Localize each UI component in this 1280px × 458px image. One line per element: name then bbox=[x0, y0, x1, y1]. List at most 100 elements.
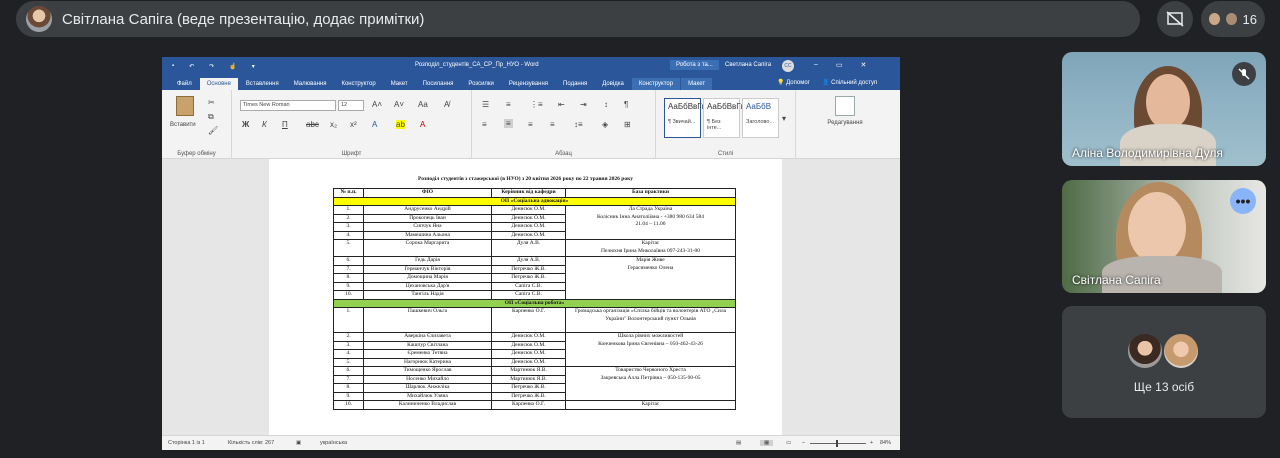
tab-view[interactable]: Подання bbox=[556, 78, 594, 90]
supervisor: Сапіга С.В. bbox=[491, 281, 566, 291]
redo-icon[interactable]: ↷ bbox=[209, 63, 214, 70]
paste-icon[interactable] bbox=[176, 96, 194, 116]
justify-icon[interactable]: ≡ bbox=[550, 120, 555, 129]
web-layout-icon[interactable]: ▭ bbox=[786, 440, 791, 446]
tab-home[interactable]: Основне bbox=[199, 78, 238, 90]
shading-icon[interactable]: ◈ bbox=[602, 120, 608, 129]
close-icon[interactable]: ✕ bbox=[861, 61, 867, 69]
italic-icon[interactable]: К bbox=[262, 120, 267, 129]
more-participants-tile[interactable]: Ще 13 осіб bbox=[1062, 306, 1266, 418]
change-case-icon[interactable]: Aa bbox=[418, 100, 428, 109]
tab-references[interactable]: Посилання bbox=[416, 78, 461, 90]
zoom-slider-knob[interactable] bbox=[836, 440, 838, 447]
tab-table-layout[interactable]: Макет bbox=[681, 78, 713, 90]
tab-insert[interactable]: Вставлення bbox=[239, 78, 286, 90]
style-heading[interactable]: АаБбВ Заголово... bbox=[742, 98, 779, 138]
line-spacing-icon[interactable]: ↕≡ bbox=[574, 120, 583, 129]
zoom-in-icon[interactable]: + bbox=[870, 440, 873, 446]
stop-presentation-button[interactable] bbox=[1157, 1, 1193, 37]
font-size-box[interactable]: 12 bbox=[338, 100, 364, 111]
shared-word-window: ▪ ↶ ↷ ☝ ▾ Розподіл_студентів_СА_СР_Пр_НУ… bbox=[162, 57, 900, 450]
highlight-icon[interactable]: ab bbox=[396, 120, 405, 129]
multilevel-list-icon[interactable]: ⋮≡ bbox=[530, 100, 543, 109]
supervisor: Петречко Ж.В. bbox=[491, 383, 566, 393]
show-marks-icon[interactable]: ¶ bbox=[624, 100, 628, 109]
increase-indent-icon[interactable]: ⇥ bbox=[580, 100, 587, 109]
bold-icon[interactable]: Ж bbox=[242, 120, 249, 129]
align-left-icon[interactable]: ≡ bbox=[482, 120, 487, 129]
focus-mode-icon[interactable]: ▤ bbox=[736, 440, 741, 446]
paste-button-label[interactable]: Вставити bbox=[170, 122, 196, 128]
row-number: 8. bbox=[333, 383, 364, 393]
tab-file[interactable]: Файл bbox=[170, 78, 199, 90]
tab-help[interactable]: Довідка bbox=[595, 78, 631, 90]
undo-icon[interactable]: ↶ bbox=[189, 63, 194, 70]
table-row: 2. Аверкіна Єлизавета Денисюк О.М. Школа… bbox=[333, 332, 736, 367]
participant-tile[interactable]: ••• Світлана Сапіга bbox=[1062, 180, 1266, 293]
decrease-indent-icon[interactable]: ⇤ bbox=[558, 100, 565, 109]
strikethrough-icon[interactable]: abc bbox=[306, 120, 319, 129]
print-layout-icon[interactable]: ▦ bbox=[760, 440, 774, 446]
align-center-icon[interactable]: ≡ bbox=[504, 119, 513, 128]
sort-icon[interactable]: ↕ bbox=[604, 100, 608, 109]
shrink-font-icon[interactable]: A˅ bbox=[394, 100, 404, 109]
supervisor: Денисюк О.М. bbox=[491, 230, 566, 240]
tab-mailings[interactable]: Розсилки bbox=[461, 78, 501, 90]
user-avatar[interactable]: СС bbox=[782, 60, 794, 72]
participants-button[interactable]: 16 bbox=[1201, 1, 1265, 37]
presenter-label: Світлана Сапіга (веде презентацію, додає… bbox=[62, 10, 425, 28]
tab-draw[interactable]: Малювання bbox=[287, 78, 334, 90]
tab-layout[interactable]: Макет bbox=[384, 78, 415, 90]
ribbon: Вставити ✂ ⧉ 🖌 Буфер обміну Times New Ro… bbox=[162, 90, 900, 159]
student-name: Сипчук Яна bbox=[363, 222, 492, 232]
cut-icon[interactable]: ✂ bbox=[208, 98, 215, 107]
styles-more-icon[interactable]: ▾ bbox=[782, 114, 786, 123]
style-no-spacing[interactable]: АаБбВвГг, ¶ Без інте... bbox=[703, 98, 745, 138]
tab-design[interactable]: Конструктор bbox=[334, 78, 382, 90]
restore-icon[interactable]: ▭ bbox=[836, 61, 843, 69]
editing-button[interactable]: Редагування bbox=[822, 96, 868, 126]
touch-mode-icon[interactable]: ☝ bbox=[229, 63, 236, 70]
share-button[interactable]: 👤 Спільний доступ bbox=[822, 79, 877, 86]
text-effects-icon[interactable]: A bbox=[372, 120, 377, 129]
customize-toolbar-icon[interactable]: ▾ bbox=[252, 63, 255, 70]
clear-format-icon[interactable]: A̸ bbox=[444, 100, 449, 109]
document-page[interactable]: Розподіл студентів з стажерської (в НУО)… bbox=[269, 159, 782, 435]
zoom-out-icon[interactable]: – bbox=[802, 440, 805, 446]
bullets-icon[interactable]: ☰ bbox=[482, 100, 489, 109]
tab-table-design[interactable]: Конструктор bbox=[631, 78, 681, 90]
subscript-icon[interactable]: x₂ bbox=[330, 120, 337, 129]
zoom-level[interactable]: 84% bbox=[880, 440, 891, 446]
tab-review[interactable]: Рецензування bbox=[502, 78, 555, 90]
grow-font-icon[interactable]: A˄ bbox=[372, 100, 382, 109]
numbering-icon[interactable]: ≡ bbox=[506, 100, 511, 109]
borders-icon[interactable]: ⊞ bbox=[624, 120, 631, 129]
font-name-box[interactable]: Times New Roman bbox=[240, 100, 336, 111]
people-count: 16 bbox=[1242, 11, 1257, 27]
table-row: 1. Андрусенко Андрій Денисюк О.М. Ла Стр… bbox=[333, 205, 736, 240]
section-title: ОП «Соціальна адвокація» bbox=[333, 196, 736, 206]
section-row: ОП «Соціальна адвокація» bbox=[333, 196, 736, 206]
base-line: Карітас bbox=[641, 240, 660, 247]
tell-me-box[interactable]: 💡 Допомог bbox=[777, 79, 810, 86]
section-title: ОП «Соціальна робота» bbox=[333, 298, 736, 308]
style-normal[interactable]: АаБбВвГг, ¶ Звичай... bbox=[664, 98, 706, 138]
proofing-icon[interactable]: ▣ bbox=[296, 440, 301, 446]
more-options-button[interactable]: ••• bbox=[1230, 188, 1256, 214]
save-icon[interactable]: ▪ bbox=[172, 63, 174, 70]
minimize-icon[interactable]: – bbox=[814, 61, 818, 69]
zoom-slider[interactable] bbox=[810, 443, 866, 444]
participant-tile[interactable]: Аліна Володимирівна Дуля bbox=[1062, 52, 1266, 166]
font-color-icon[interactable]: A bbox=[420, 120, 425, 129]
clipboard-group: Вставити ✂ ⧉ 🖌 Буфер обміну bbox=[162, 90, 232, 159]
supervisor: Денисюк О.М. bbox=[491, 222, 566, 232]
underline-icon[interactable]: П bbox=[282, 120, 288, 129]
student-name: Аверкіна Єлизавета bbox=[363, 332, 492, 342]
supervisor: Петречко Ж.В. bbox=[491, 273, 566, 283]
format-painter-icon[interactable]: 🖌 bbox=[208, 126, 218, 135]
align-right-icon[interactable]: ≡ bbox=[528, 120, 533, 129]
table-row: 10. Калиниченко Владислав Карпенко О.Г. … bbox=[333, 400, 736, 410]
copy-icon[interactable]: ⧉ bbox=[208, 112, 214, 122]
row-number: 10. bbox=[333, 290, 364, 300]
superscript-icon[interactable]: x² bbox=[350, 120, 357, 129]
